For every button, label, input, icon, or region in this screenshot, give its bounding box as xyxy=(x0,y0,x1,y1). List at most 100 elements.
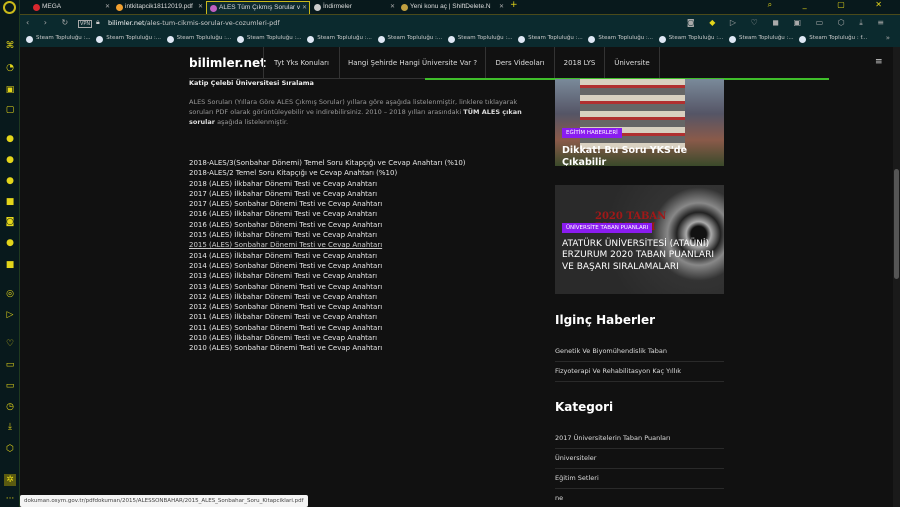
tab-pdf[interactable]: intkitapcik18112019.pdf ✕ xyxy=(113,1,205,14)
tab-label: Yeni konu aç | ShiftDelete.N xyxy=(410,3,491,10)
gamepad-icon[interactable]: ⌘ xyxy=(4,40,16,52)
more-icon[interactable]: ··· xyxy=(4,493,16,505)
bookmark-item[interactable]: Steam Topluluğu :... xyxy=(729,35,794,43)
ales-pdf-link[interactable]: 2017 (ALES) İlkbahar Dönemi Testi ve Cev… xyxy=(189,189,466,199)
ales-pdf-link[interactable]: 2016 (ALES) İlkbahar Dönemi Testi ve Cev… xyxy=(189,209,466,219)
category-heading: Kategori xyxy=(555,400,614,414)
ales-pdf-link[interactable]: 2015 (ALES) Sonbahar Dönemi Testi ve Cev… xyxy=(189,240,466,250)
discord-icon[interactable]: ■ xyxy=(4,259,16,271)
speedometer-icon[interactable]: ◔ xyxy=(4,62,16,74)
tab-favicon xyxy=(116,4,123,11)
bookmark-item[interactable]: Steam Topluluğu :... xyxy=(447,35,512,43)
close-icon[interactable]: ✕ xyxy=(390,1,395,13)
page-scrollbar[interactable] xyxy=(893,47,900,507)
navigation-buttons[interactable]: ‹ › ↻ xyxy=(26,18,74,27)
bookmark-item[interactable]: Steam Topluluğu :... xyxy=(166,35,231,43)
hamburger-menu-icon[interactable]: ≡ xyxy=(875,57,883,67)
card-title[interactable]: ATATÜRK ÜNİVERSİTESİ (ATAÜNİ) ERZURUM 20… xyxy=(562,239,718,273)
bookmark-item[interactable]: Steam Topluluğu :... xyxy=(26,35,91,43)
ales-pdf-link[interactable]: 2011 (ALES) Sonbahar Dönemi Testi ve Cev… xyxy=(189,323,466,333)
card-title[interactable]: Dikkat! Bu Soru YKS'de Çıkabilir xyxy=(562,145,718,166)
bookmark-item[interactable]: Steam Topluluğu :... xyxy=(236,35,302,43)
tabs-icon[interactable]: ▭ xyxy=(4,359,16,371)
bookmark-item[interactable]: Steam Topluluğu : f... xyxy=(799,35,867,43)
ales-pdf-link[interactable]: 2018 (ALES) İlkbahar Dönemi Testi ve Cev… xyxy=(189,179,466,189)
ales-pdf-link[interactable]: 2010 (ALES) Sonbahar Dönemi Testi ve Cev… xyxy=(189,343,466,353)
bookmark-item[interactable]: Steam Topluluğu :... xyxy=(588,35,653,43)
nav-tyt-yks[interactable]: Tyt Yks Konuları xyxy=(263,47,339,79)
ales-pdf-link[interactable]: 2016 (ALES) Sonbahar Dönemi Testi ve Cev… xyxy=(189,220,466,230)
tab-label: MEGA xyxy=(42,3,62,10)
download-icon[interactable]: ⤓ xyxy=(4,421,16,433)
interesting-link[interactable]: Fizyoterapi Ve Rehabilitasyon Kaç Yıllık xyxy=(555,367,724,382)
news-card[interactable]: 2020 TABAN PUANLARI ÜNİVERSİTE TABAN PUA… xyxy=(555,185,724,294)
url-input[interactable]: bilimler.net/ales-tum-cikmis-sorular-ve-… xyxy=(108,19,280,27)
opera-logo-icon[interactable] xyxy=(3,1,16,14)
ales-pdf-link[interactable]: 2014 (ALES) Sonbahar Dönemi Testi ve Cev… xyxy=(189,261,466,271)
ales-pdf-link[interactable]: 2012 (ALES) İlkbahar Dönemi Testi ve Cev… xyxy=(189,292,466,302)
twitch-icon[interactable]: ▢ xyxy=(4,104,16,116)
toolbar-icons[interactable]: ◙ ◆ ▷ ♡ ◼ ▣ ▭ ⬡ ⤓ ≡ xyxy=(687,18,890,28)
tab-label: ALES Tüm Çıkmış Sorular v xyxy=(219,4,301,11)
ales-pdf-link[interactable]: 2013 (ALES) İlkbahar Dönemi Testi ve Cev… xyxy=(189,271,466,281)
tab-mega[interactable]: MEGA ✕ xyxy=(30,1,112,14)
ales-pdf-link[interactable]: 2014 (ALES) İlkbahar Dönemi Testi ve Cev… xyxy=(189,251,466,261)
bookmark-item[interactable]: Steam Topluluğu :... xyxy=(96,35,161,43)
tab-downloads[interactable]: İndirmeler ✕ xyxy=(311,1,397,14)
heart-icon[interactable]: ♡ xyxy=(4,338,16,350)
nav-ders-videolari[interactable]: Ders Videoları xyxy=(485,47,554,79)
instagram-icon[interactable]: ◙ xyxy=(4,216,16,228)
bookmark-item[interactable]: Steam Topluluğu :... xyxy=(518,35,583,43)
vk-icon[interactable]: ■ xyxy=(4,196,16,208)
twitter-icon[interactable]: ● xyxy=(4,237,16,249)
category-link[interactable]: ne xyxy=(555,494,724,507)
ales-pdf-link[interactable]: 2010 (ALES) İlkbahar Dönemi Testi ve Cev… xyxy=(189,333,466,343)
ales-pdf-link[interactable]: 2018-ALES/3(Sonbahar Dönemi) Temel Soru … xyxy=(189,158,466,168)
bookmarks-bar: Steam Topluluğu :... Steam Topluluğu :...… xyxy=(20,32,900,47)
tab-ales[interactable]: ALES Tüm Çıkmış Sorular v ✕ xyxy=(206,1,310,14)
new-tab-button[interactable]: + xyxy=(510,0,518,10)
ales-pdf-link[interactable]: 2017 (ALES) Sonbahar Dönemi Testi ve Cev… xyxy=(189,199,466,209)
news-card[interactable]: EĞİTİM HABERLERİ Dikkat! Bu Soru YKS'de … xyxy=(555,79,724,166)
extensions-cube-icon[interactable]: ⬡ xyxy=(4,443,16,455)
tab-favicon xyxy=(33,4,40,11)
ales-pdf-link[interactable]: 2013 (ALES) Sonbahar Dönemi Testi ve Cev… xyxy=(189,282,466,292)
ales-pdf-link[interactable]: 2011 (ALES) İlkbahar Dönemi Testi ve Cev… xyxy=(189,312,466,322)
screen-icon[interactable]: ▭ xyxy=(4,380,16,392)
close-icon[interactable]: ✕ xyxy=(105,1,110,13)
close-icon[interactable]: ✕ xyxy=(499,1,504,13)
ales-pdf-link[interactable]: 2018-ALES/2 Temel Soru Kitapçığı ve Ceva… xyxy=(189,168,466,178)
category-link[interactable]: Üniversiteler xyxy=(555,454,724,469)
category-link[interactable]: 2017 Üniversitelerin Taban Puanları xyxy=(555,434,724,449)
bookmarks-overflow-icon[interactable]: » xyxy=(886,34,890,42)
category-badge[interactable]: ÜNİVERSİTE TABAN PUANLARI xyxy=(562,223,653,233)
whatsapp-icon[interactable]: ● xyxy=(4,154,16,166)
site-logo[interactable]: bilimler.net xyxy=(189,56,266,70)
bag-icon[interactable]: ▣ xyxy=(4,84,16,96)
breadcrumb[interactable]: Katip Çelebi Üniversitesi Sıralama xyxy=(189,79,314,87)
tab-shiftdelete[interactable]: Yeni konu aç | ShiftDelete.N ✕ xyxy=(398,1,506,14)
telegram-icon[interactable]: ● xyxy=(4,175,16,187)
ales-pdf-link[interactable]: 2012 (ALES) Sonbahar Dönemi Testi ve Cev… xyxy=(189,302,466,312)
category-badge[interactable]: EĞİTİM HABERLERİ xyxy=(562,128,622,138)
player-icon[interactable]: ◎ xyxy=(4,288,16,300)
bookmark-item[interactable]: Steam Topluluğu :... xyxy=(307,35,372,43)
category-link[interactable]: Eğitim Setleri xyxy=(555,474,724,489)
send-icon[interactable]: ▷ xyxy=(4,309,16,321)
window-controls[interactable]: ⌕ _ ▢ ✕ xyxy=(768,0,896,10)
messenger-icon[interactable]: ● xyxy=(4,133,16,145)
history-icon[interactable]: ◷ xyxy=(4,401,16,413)
close-icon[interactable]: ✕ xyxy=(198,1,203,13)
nav-hangi-sehir[interactable]: Hangi Şehirde Hangi Üniversite Var ? xyxy=(339,47,485,79)
settings-icon[interactable]: ✲ xyxy=(4,474,16,486)
vpn-badge[interactable]: VPN xyxy=(78,20,93,28)
scrollbar-thumb[interactable] xyxy=(894,169,899,279)
interesting-link[interactable]: Genetik Ve Biyomühendislik Taban xyxy=(555,347,724,362)
bookmark-item[interactable]: Steam Topluluğu :... xyxy=(658,35,723,43)
close-icon[interactable]: ✕ xyxy=(302,2,307,14)
nav-2018-lys[interactable]: 2018 LYS xyxy=(554,47,604,79)
bookmark-item[interactable]: Steam Topluluğu :... xyxy=(377,35,442,43)
nav-universite[interactable]: Üniversite xyxy=(604,47,660,79)
building-image xyxy=(580,79,685,149)
ales-pdf-link[interactable]: 2015 (ALES) İlkbahar Dönemi Testi ve Cev… xyxy=(189,230,466,240)
